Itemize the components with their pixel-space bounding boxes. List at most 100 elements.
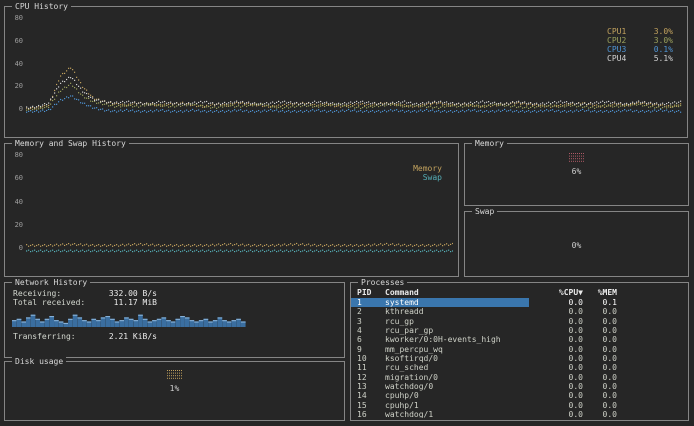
process-cell-cpu: 0.0 [533, 335, 583, 344]
swap-usage: 0% [465, 212, 688, 276]
process-cell-pid: 3 [357, 317, 385, 326]
process-row[interactable]: 9mm_percpu_wq0.00.0 [351, 345, 688, 354]
process-row[interactable]: 13watchdog/00.00.0 [351, 382, 688, 391]
process-cell-cpu: 0.0 [533, 326, 583, 335]
net-total-received-label: Total received: [13, 298, 85, 307]
process-cell-cpu: 0.0 [533, 373, 583, 382]
process-header-cmd[interactable]: Command [385, 288, 533, 297]
net-transferring-value: 2.21 KiB/s [109, 332, 157, 341]
net-receiving-label: Receiving: [13, 289, 61, 298]
memory-swap-history-title: Memory and Swap History [12, 139, 129, 148]
process-cell-cmd: watchdog/0 [385, 382, 533, 391]
process-cell-cmd: kthreadd [385, 307, 533, 316]
process-cell-mem: 0.0 [583, 354, 617, 363]
swap-percent: 0% [572, 241, 582, 250]
process-cell-pid: 1 [357, 298, 385, 307]
y-tick-label: 20 [15, 222, 23, 229]
process-cell-pid: 15 [357, 401, 385, 410]
y-tick-label: 60 [15, 38, 23, 45]
y-tick-label: 60 [15, 175, 23, 182]
process-cell-cpu: 0.0 [533, 317, 583, 326]
process-cell-cpu: 0.0 [533, 382, 583, 391]
system-monitor-screen: CPU History 80 60 40 20 0 CPU13.0%CPU23.0%CP… [0, 0, 694, 426]
process-cell-mem: 0.0 [583, 363, 617, 372]
y-tick-label: 20 [15, 83, 23, 90]
process-cell-pid: 9 [357, 345, 385, 354]
process-cell-pid: 6 [357, 335, 385, 344]
process-header-pid[interactable]: PID [357, 288, 385, 297]
memory-percent: 6% [572, 167, 582, 176]
process-cell-pid: 14 [357, 391, 385, 400]
process-cell-pid: 12 [357, 373, 385, 382]
cpu-legend-item: CPU45.1% [607, 54, 673, 63]
process-cell-cpu: 0.0 [533, 354, 583, 363]
process-cell-mem: 0.0 [583, 335, 617, 344]
swap-panel: Swap 0% [464, 211, 689, 277]
y-tick-label: 0 [19, 245, 23, 252]
memory-usage: 6% [465, 144, 688, 205]
process-cell-cpu: 0.0 [533, 391, 583, 400]
cpu-legend: CPU13.0%CPU23.0%CPU30.1%CPU45.1% [607, 27, 673, 63]
process-header-cpu[interactable]: %CPU▼ [533, 288, 583, 297]
process-cell-cpu: 0.0 [533, 363, 583, 372]
memory-usage-dots-icon [569, 153, 585, 163]
process-row[interactable]: 14cpuhp/00.00.0 [351, 391, 688, 400]
cpu-history-chart [26, 16, 682, 114]
cpu-legend-item: CPU23.0% [607, 36, 673, 45]
process-row[interactable]: 12migration/00.00.0 [351, 373, 688, 382]
net-receiving-row: Receiving: 332.00 B/s [13, 289, 157, 298]
net-transferring-label: Transferring: [13, 332, 76, 341]
process-cell-cpu: 0.0 [533, 345, 583, 354]
process-cell-cmd: rcu_sched [385, 363, 533, 372]
network-history-chart [12, 310, 339, 327]
process-row[interactable]: 6kworker/0:0H-events_high0.00.0 [351, 335, 688, 344]
process-cell-mem: 0.1 [583, 298, 617, 307]
memory-swap-history-chart [26, 153, 453, 253]
process-row[interactable]: 16watchdog/10.00.0 [351, 410, 688, 418]
y-tick-label: 40 [15, 61, 23, 68]
process-cell-cmd: kworker/0:0H-events_high [385, 335, 533, 344]
memory-panel: Memory 6% [464, 143, 689, 206]
process-row[interactable]: 10ksoftirqd/00.00.0 [351, 354, 688, 363]
process-cell-mem: 0.0 [583, 391, 617, 400]
process-cell-cmd: mm_percpu_wq [385, 345, 533, 354]
process-row[interactable]: 1systemd0.00.1 [351, 298, 688, 307]
process-cell-cmd: systemd [385, 298, 533, 307]
memory-swap-legend: MemorySwap [398, 164, 442, 182]
process-header-mem[interactable]: %MEM [583, 288, 617, 297]
process-row[interactable]: 2kthreadd0.00.0 [351, 307, 688, 316]
process-cell-mem: 0.0 [583, 307, 617, 316]
process-table-header: PIDCommand%CPU▼%MEM [351, 288, 688, 297]
process-row[interactable]: 4rcu_par_gp0.00.0 [351, 326, 688, 335]
process-row[interactable]: 3rcu_gp0.00.0 [351, 317, 688, 326]
process-cell-pid: 10 [357, 354, 385, 363]
process-cell-mem: 0.0 [583, 326, 617, 335]
network-history-panel: Network History Receiving: 332.00 B/s To… [4, 282, 345, 358]
process-table: 1systemd0.00.12kthreadd0.00.03rcu_gp0.00… [351, 298, 688, 418]
process-cell-pid: 13 [357, 382, 385, 391]
process-cell-cmd: watchdog/1 [385, 410, 533, 418]
y-tick-label: 40 [15, 199, 23, 206]
process-cell-cpu: 0.0 [533, 298, 583, 307]
process-cell-mem: 0.0 [583, 401, 617, 410]
process-cell-cmd: cpuhp/1 [385, 401, 533, 410]
disk-percent: 1% [170, 384, 180, 393]
processes-panel: Processes PIDCommand%CPU▼%MEM 1systemd0.… [350, 282, 689, 421]
y-tick-label: 80 [15, 15, 23, 22]
process-row[interactable]: 11rcu_sched0.00.0 [351, 363, 688, 372]
net-transferring-row: Transferring: 2.21 KiB/s [13, 332, 157, 341]
cpu-history-panel: CPU History 806040200 CPU13.0%CPU23.0%CP… [4, 6, 688, 138]
process-row[interactable]: 15cpuhp/10.00.0 [351, 401, 688, 410]
memswap-legend-item: Swap [398, 173, 442, 182]
disk-usage-panel: Disk usage 1% [4, 361, 345, 421]
y-tick-label: 80 [15, 152, 23, 159]
network-history-title: Network History [12, 278, 90, 287]
cpu-legend-item: CPU30.1% [607, 45, 673, 54]
processes-title: Processes [358, 278, 407, 287]
cpu-history-title: CPU History [12, 2, 71, 11]
process-cell-pid: 16 [357, 410, 385, 418]
process-cell-mem: 0.0 [583, 345, 617, 354]
process-cell-pid: 11 [357, 363, 385, 372]
process-cell-cmd: ksoftirqd/0 [385, 354, 533, 363]
process-cell-mem: 0.0 [583, 382, 617, 391]
